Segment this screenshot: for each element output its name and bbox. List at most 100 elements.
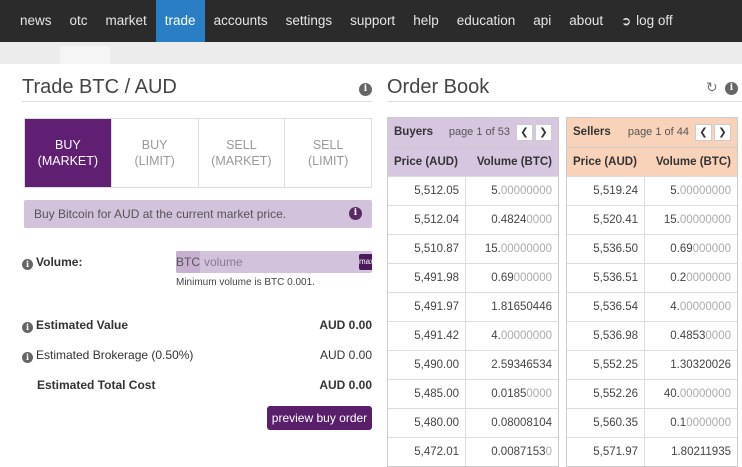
sellers-row-volume: 15.00000000	[645, 206, 737, 234]
buyers-row-price: 5,480.00	[388, 409, 466, 437]
buyers-row-volume-digits: 0.0185	[491, 388, 527, 400]
sellers-row-volume: 0.20000000	[645, 264, 737, 292]
refresh-icon[interactable]: ↻	[706, 79, 718, 96]
sellers-row[interactable]: 5,519.24 5.00000000	[567, 176, 737, 205]
nav-otc[interactable]: otc	[61, 0, 97, 42]
nav-log-off[interactable]: ➲ log off	[612, 0, 682, 42]
nav-settings[interactable]: settings	[277, 0, 342, 42]
nav-education[interactable]: education	[448, 0, 525, 42]
volume-info-icon[interactable]: i	[22, 259, 33, 270]
sellers-row[interactable]: 5,520.41 15.00000000	[567, 205, 737, 234]
max-button[interactable]: max	[359, 254, 372, 270]
brokerage-label: Estimated Brokerage (0.50%)	[36, 348, 194, 362]
sellers-row-volume: 40.00000000	[645, 380, 737, 408]
buyers-row-volume-trailing-zeros: 0	[545, 446, 552, 458]
buyers-row-volume-digits: 4.	[491, 330, 501, 342]
order-type-tabs: BUY (MARKET) BUY (LIMIT) SELL (MARKET) S…	[24, 118, 372, 188]
buyers-row-volume-trailing-zeros: 000000	[513, 272, 552, 284]
tab-sell-limit[interactable]: SELL (LIMIT)	[285, 119, 371, 187]
sellers-row-price: 5,519.24	[567, 177, 645, 205]
buyers-row-price: 5,491.97	[388, 293, 466, 321]
buyers-row[interactable]: 5,490.00 2.59346534	[388, 350, 558, 379]
tab-sell-market[interactable]: SELL (MARKET)	[198, 119, 286, 187]
brokerage-value: AUD 0.00	[319, 348, 372, 362]
nav-help[interactable]: help	[404, 0, 448, 42]
buyers-row[interactable]: 5,491.97 1.81650446	[388, 292, 558, 321]
buyers-row-volume-digits: 15.	[484, 243, 501, 255]
tab-buy-limit-line2: (LIMIT)	[134, 154, 175, 168]
sellers-rows: 5,519.24 5.00000000 5,520.41 15.00000000 5,5…	[567, 176, 737, 466]
buyers-prev-page-button[interactable]: ❮	[516, 124, 533, 141]
sellers-row[interactable]: 5,560.35 0.10000000	[567, 408, 737, 437]
buyers-row-volume-digits: 0.0087153	[491, 446, 546, 458]
sellers-row[interactable]: 5,536.98 0.48530000	[567, 321, 737, 350]
tab-buy-limit[interactable]: BUY (LIMIT)	[111, 119, 199, 187]
sellers-prev-page-button[interactable]: ❮	[695, 124, 712, 141]
top-nav: news otc market trade accounts settings …	[0, 0, 742, 42]
buyers-row[interactable]: 5,510.87 15.00000000	[388, 234, 558, 263]
sellers-row[interactable]: 5,536.50 0.69000000	[567, 234, 737, 263]
tab-buy-market[interactable]: BUY (MARKET)	[25, 119, 112, 187]
nav-market[interactable]: market	[97, 0, 156, 42]
nav-support[interactable]: support	[341, 0, 404, 42]
volume-input[interactable]	[200, 251, 359, 273]
sellers-row-volume: 1.30320026	[645, 351, 737, 379]
order-book-info-icon[interactable]: i	[725, 82, 738, 95]
buyers-row-price: 5,491.42	[388, 322, 466, 350]
sellers-row-volume-digits: 15.	[663, 214, 680, 226]
volume-label-row: i Volume:	[22, 255, 82, 270]
sellers-row-volume-digits: 4.	[670, 301, 680, 313]
sellers-row-price: 5,552.26	[567, 380, 645, 408]
trade-info-icon[interactable]: i	[359, 83, 372, 96]
nav-api[interactable]: api	[524, 0, 560, 42]
tab-buy-market-line2: (MARKET)	[37, 154, 99, 168]
nav-trade[interactable]: trade	[155, 0, 205, 42]
sellers-row-volume: 0.10000000	[645, 409, 737, 437]
nav-news[interactable]: news	[0, 0, 61, 42]
buyers-row[interactable]: 5,491.42 4.00000000	[388, 321, 558, 350]
sub-bar	[0, 42, 742, 64]
sellers-row[interactable]: 5,552.25 1.30320026	[567, 350, 737, 379]
buyers-header: Buyers page 1 of 53 ❮ ❯	[388, 118, 558, 147]
buyers-row[interactable]: 5,485.00 0.01850000	[388, 379, 558, 408]
buyers-label: Buyers	[394, 126, 433, 138]
sellers-row-price: 5,560.35	[567, 409, 645, 437]
buyers-row[interactable]: 5,480.00 0.08008104	[388, 408, 558, 437]
order-book-title-divider	[387, 101, 742, 102]
preview-buy-order-button[interactable]: preview buy order	[267, 406, 372, 430]
buyers-row-volume-trailing-zeros: 00000000	[500, 243, 552, 255]
buyers-rows: 5,512.05 5.00000000 5,512.04 0.48240000 5,51…	[388, 176, 558, 466]
sellers-row[interactable]: 5,552.26 40.00000000	[567, 379, 737, 408]
min-volume-hint: Minimum volume is BTC 0.001.	[176, 277, 315, 288]
buyers-row-volume: 15.00000000	[466, 235, 558, 263]
sellers-col-price: Price (AUD)	[573, 156, 637, 168]
buyers-row[interactable]: 5,512.04 0.48240000	[388, 205, 558, 234]
buyers-row-volume: 0.01850000	[466, 380, 558, 408]
buyers-row-volume-digits: 5.	[491, 185, 501, 197]
buyers-row-volume: 2.59346534	[466, 351, 558, 379]
nav-accounts[interactable]: accounts	[205, 0, 277, 42]
sellers-row[interactable]: 5,536.51 0.20000000	[567, 263, 737, 292]
nav-about[interactable]: about	[560, 0, 612, 42]
sellers-row-volume-trailing-zeros: 0000	[705, 330, 731, 342]
sellers-col-volume: Volume (BTC)	[655, 156, 731, 168]
description-info-icon[interactable]: i	[349, 207, 362, 220]
sellers-row[interactable]: 5,536.54 4.00000000	[567, 292, 737, 321]
brokerage-info-icon[interactable]: i	[22, 352, 33, 363]
sellers-row-volume-digits: 0.4853	[670, 330, 706, 342]
order-description: Buy Bitcoin for AUD at the current marke…	[24, 200, 372, 228]
sellers-row-volume: 0.69000000	[645, 235, 737, 263]
buyers-row-price: 5,510.87	[388, 235, 466, 263]
buyers-row[interactable]: 5,491.98 0.69000000	[388, 263, 558, 292]
sellers-row-volume-trailing-zeros: 00000000	[679, 185, 731, 197]
sellers-row-volume-trailing-zeros: 0000000	[686, 417, 731, 429]
brokerage-row: i Estimated Brokerage (0.50%)	[22, 348, 193, 363]
buyers-row-volume: 0.08008104	[466, 409, 558, 437]
buyers-page-indicator: page 1 of 53	[448, 126, 510, 138]
estimated-value-info-icon[interactable]: i	[22, 322, 33, 333]
estimated-value: AUD 0.00	[319, 318, 372, 332]
buyers-next-page-button[interactable]: ❯	[535, 124, 552, 141]
sellers-row-volume-digits: 1.80211935	[671, 446, 731, 458]
buyers-row[interactable]: 5,512.05 5.00000000	[388, 176, 558, 205]
sellers-next-page-button[interactable]: ❯	[714, 124, 731, 141]
